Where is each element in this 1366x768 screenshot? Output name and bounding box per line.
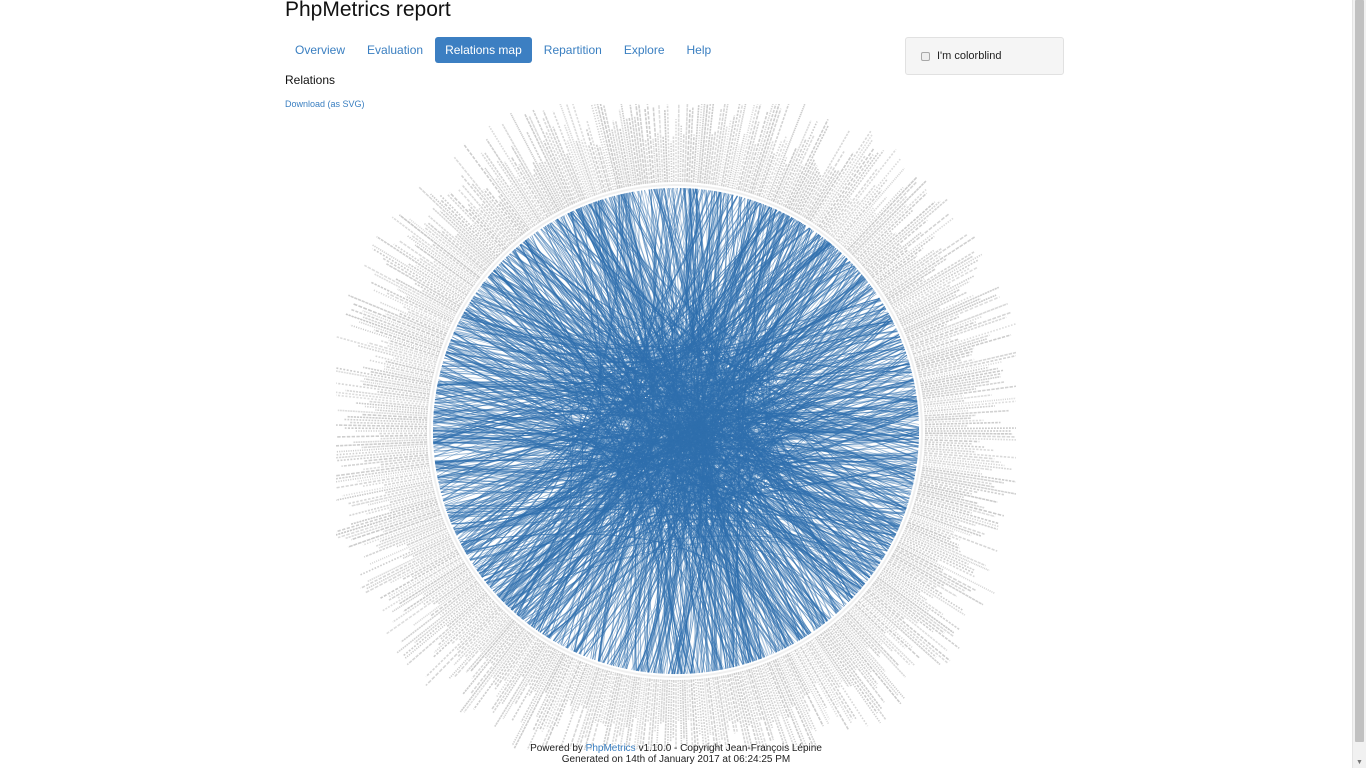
class-label: [897, 543, 995, 594]
tab-relations-map[interactable]: Relations map: [435, 37, 532, 63]
page: PhpMetrics report Overview Evaluation Re…: [0, 0, 1366, 768]
class-label: [784, 654, 806, 696]
footer-version: v1.10.0 - Copyright Jean-François Lépine: [638, 743, 822, 754]
class-label: [672, 679, 675, 738]
class-label: [733, 96, 757, 190]
class-label: [317, 423, 428, 428]
class-label: [405, 527, 448, 547]
class-label: [670, 141, 673, 183]
class-label: [406, 593, 489, 666]
relations-map[interactable]: [317, 77, 1034, 768]
footer-powered-prefix: Powered by: [530, 743, 583, 754]
phpmetrics-link[interactable]: PhpMetrics: [586, 743, 636, 754]
class-label: [473, 631, 531, 710]
class-label: [618, 675, 632, 736]
class-label: [349, 421, 428, 426]
class-label: [846, 176, 918, 251]
nav-tabs: Overview Evaluation Relations map Repart…: [285, 37, 721, 63]
page-title: PhpMetrics report: [285, 0, 451, 21]
scroll-down-icon[interactable]: ▼: [1353, 759, 1366, 766]
class-label: [662, 679, 666, 723]
class-label: [924, 432, 1013, 435]
class-label: [866, 590, 951, 662]
class-label: [528, 116, 572, 206]
footer: Powered by PhpMetrics v1.10.0 - Copyrigh…: [0, 743, 1352, 765]
class-label: [879, 573, 960, 630]
class-label: [894, 549, 972, 593]
class-label: [924, 436, 1021, 441]
footer-powered: Powered by PhpMetrics v1.10.0 - Copyrigh…: [0, 743, 1352, 754]
class-label: [336, 434, 428, 438]
class-label: [694, 679, 701, 735]
class-label: [679, 679, 683, 748]
class-label: [924, 438, 980, 443]
class-label: [924, 434, 1015, 438]
class-label: [826, 628, 885, 703]
class-label: [864, 592, 949, 665]
class-label: [598, 98, 621, 189]
relations-heading: Relations: [285, 73, 336, 87]
relations-map-graphic: [317, 77, 1034, 768]
tab-help[interactable]: Help: [677, 37, 722, 63]
class-label: [422, 565, 468, 596]
class-label: [864, 198, 948, 270]
class-label: [380, 436, 428, 440]
class-label: [679, 124, 683, 183]
class-label: [446, 592, 488, 628]
class-label: [657, 89, 664, 183]
tab-overview[interactable]: Overview: [285, 37, 355, 63]
class-label: [344, 427, 428, 430]
class-label: [335, 471, 431, 489]
class-label: [848, 609, 883, 645]
footer-generated: Generated on 14th of January 2017 at 06:…: [561, 754, 791, 765]
tab-explore[interactable]: Explore: [614, 37, 675, 63]
class-label: [659, 679, 664, 724]
scrollbar-thumb[interactable]: [1355, 0, 1364, 742]
class-label: [903, 529, 986, 567]
class-label: [372, 288, 451, 327]
class-label: [681, 679, 685, 740]
class-label: [788, 652, 811, 694]
page-scrollbar[interactable]: ▼: [1352, 0, 1366, 768]
class-label: [803, 643, 853, 724]
class-label: [924, 419, 984, 424]
tab-evaluation[interactable]: Evaluation: [357, 37, 433, 63]
class-label: [402, 588, 485, 657]
colorblind-panel: I'm colorblind: [905, 37, 1064, 75]
class-label: [752, 108, 782, 195]
class-label: [924, 421, 1001, 426]
class-label: [756, 666, 785, 744]
class-label: [384, 482, 433, 494]
class-label: [786, 653, 824, 727]
class-label: [897, 280, 970, 319]
class-label: [924, 427, 1034, 430]
class-label: [513, 652, 564, 749]
class-label: [716, 126, 728, 186]
class-label: [669, 679, 673, 743]
class-label: [681, 133, 685, 183]
class-label: [458, 603, 498, 641]
class-label: [924, 425, 968, 428]
class-label: [837, 189, 883, 243]
class-label: [923, 399, 965, 406]
class-label: [792, 650, 830, 720]
class-label: [908, 315, 983, 345]
class-label: [686, 679, 690, 720]
tab-repartition[interactable]: Repartition: [534, 37, 612, 63]
class-label: [677, 82, 680, 183]
colorblind-checkbox[interactable]: [921, 51, 930, 61]
colorblind-label[interactable]: I'm colorblind: [937, 50, 1001, 62]
